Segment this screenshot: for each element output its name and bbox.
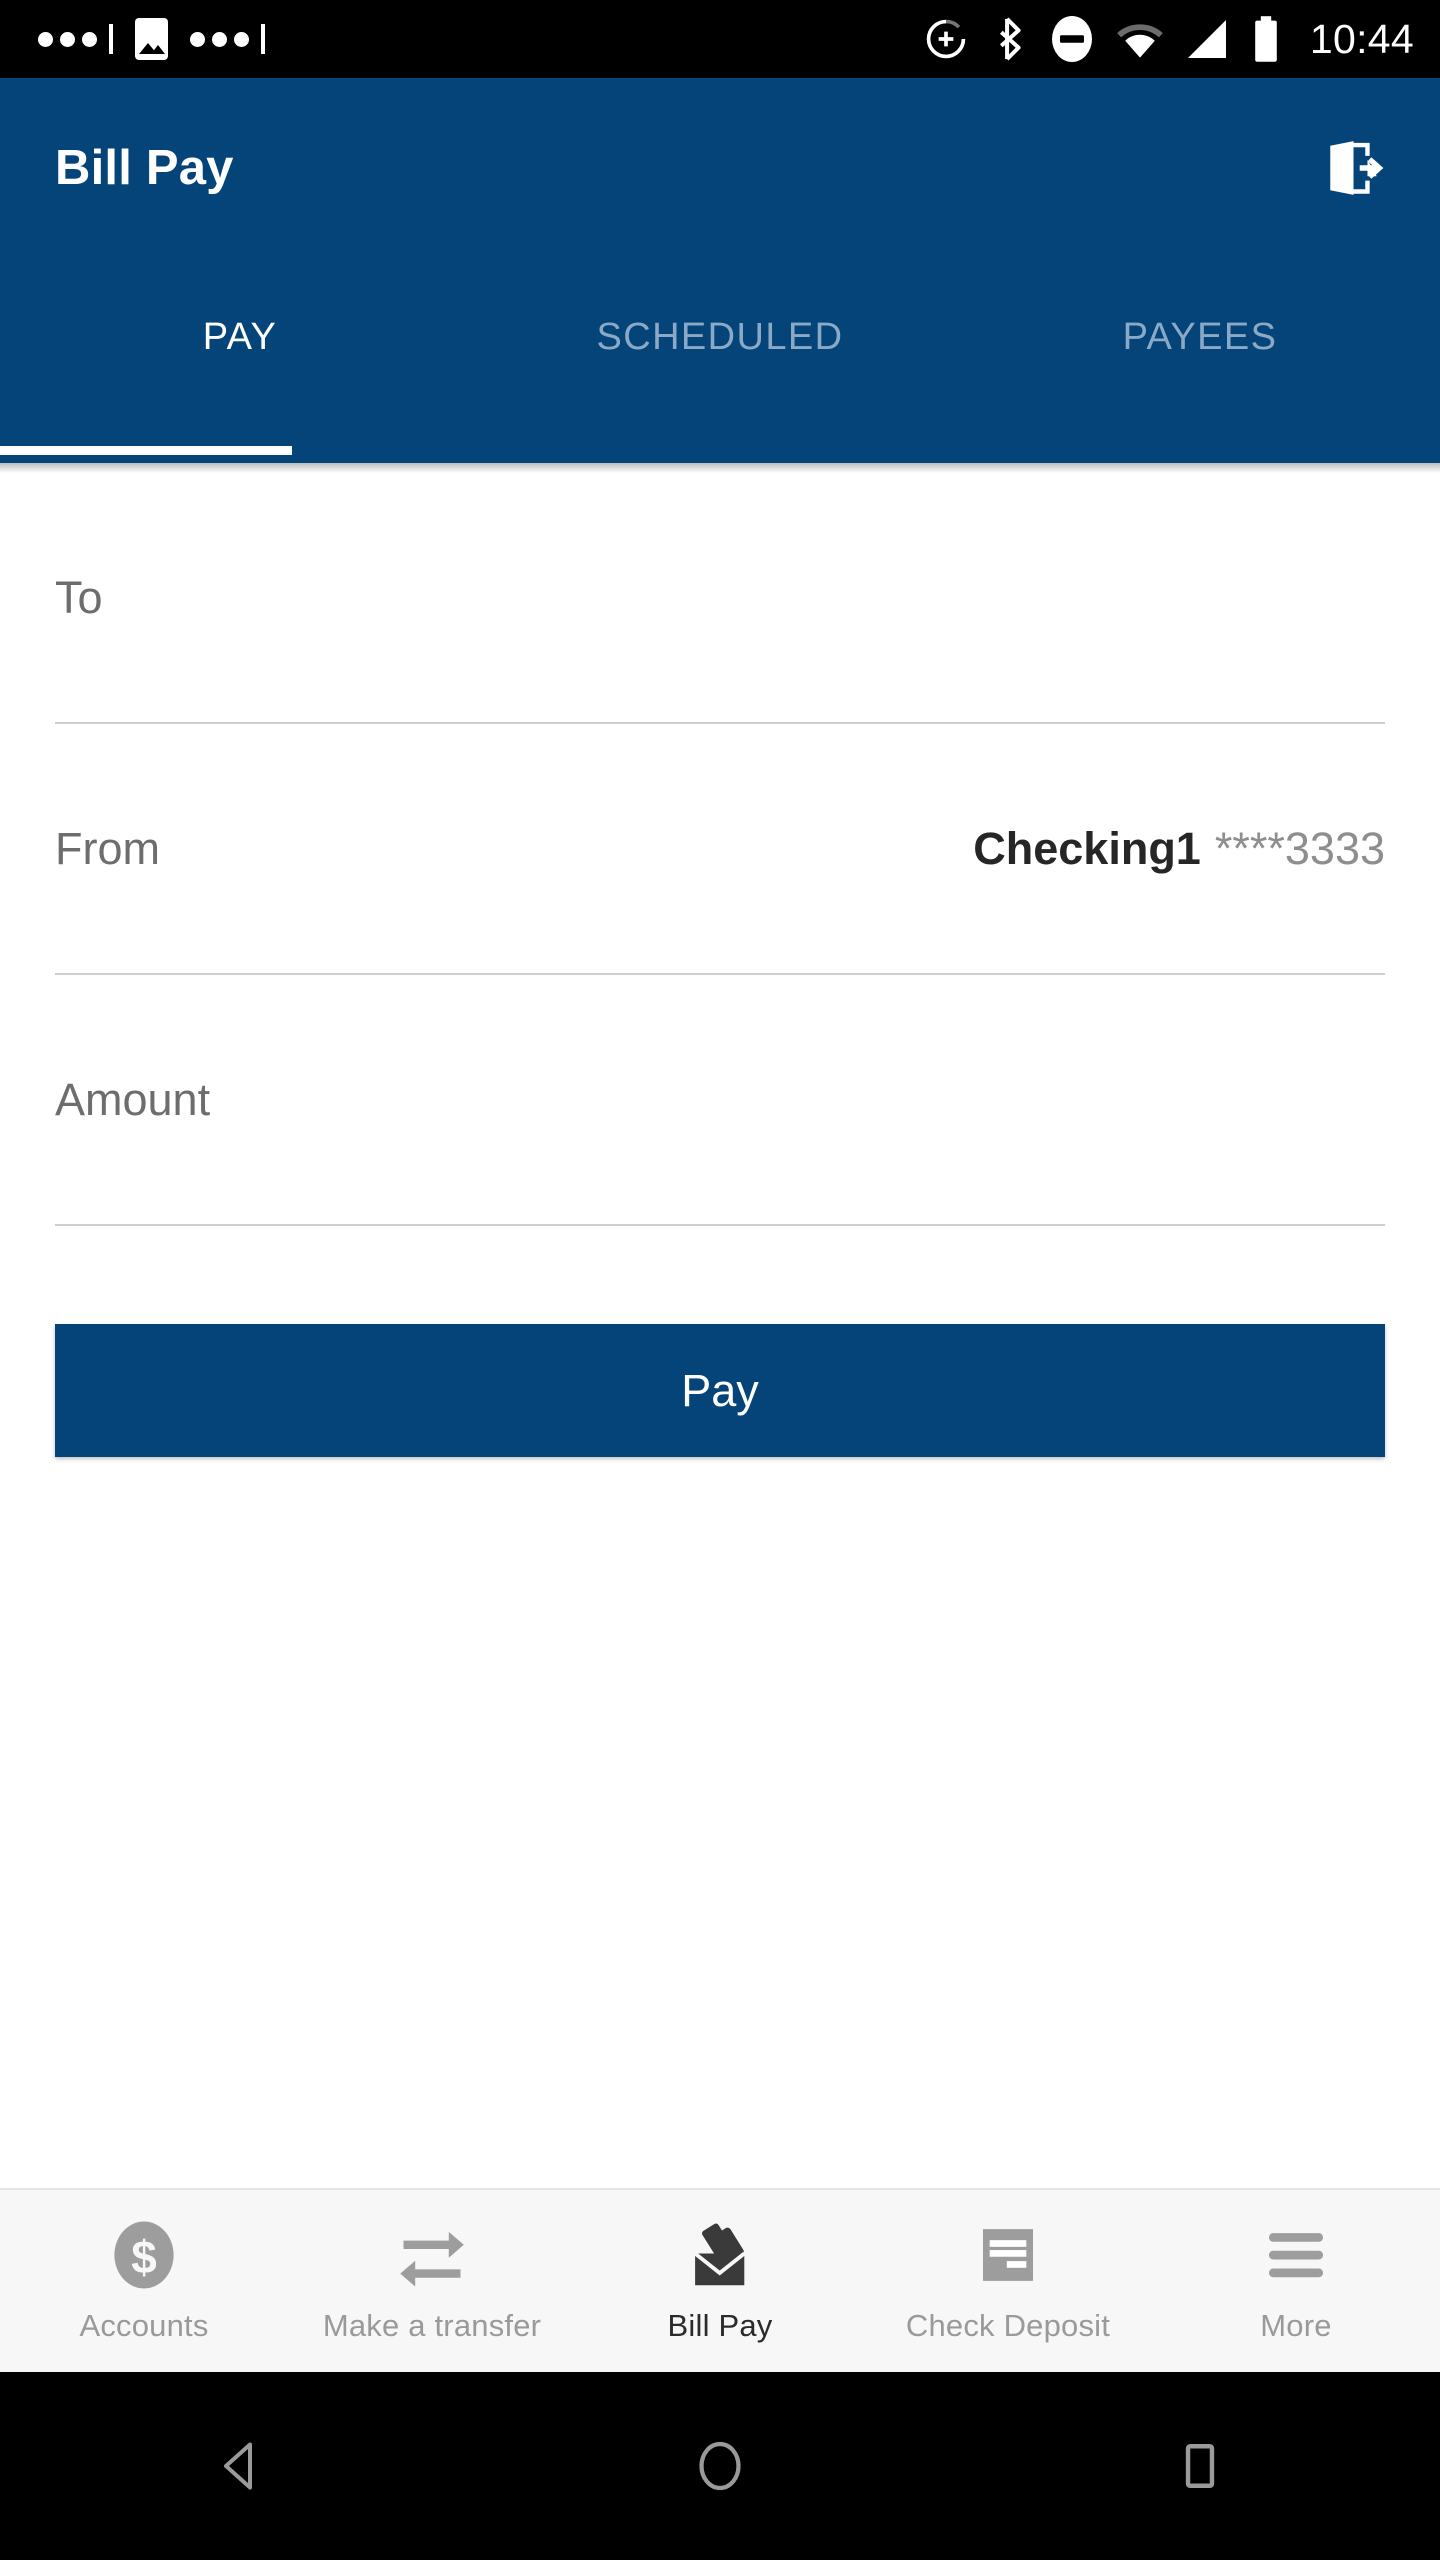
check-document-icon (976, 2218, 1040, 2292)
transfer-arrows-icon (396, 2218, 468, 2292)
data-saver-icon (926, 19, 966, 59)
app-bar-title-row: Bill Pay (0, 78, 1440, 258)
nav-item-accounts[interactable]: $ Accounts (0, 2190, 288, 2372)
pay-form: To From Checking1 ****3333 Amount Pay (0, 473, 1440, 2188)
nav-item-more-label: More (1260, 2308, 1332, 2343)
field-to[interactable]: To (55, 473, 1385, 724)
nav-item-bill-pay-label: Bill Pay (667, 2308, 773, 2343)
nav-item-bill-pay[interactable]: Bill Pay (576, 2190, 864, 2372)
battery-icon (1255, 16, 1277, 62)
status-bar-clock: 10:44 (1309, 15, 1414, 62)
field-from[interactable]: From Checking1 ****3333 (55, 724, 1385, 975)
tab-bar: PAY SCHEDULED PAYEES (0, 258, 1440, 455)
tab-active-indicator (0, 446, 292, 455)
tab-scheduled[interactable]: SCHEDULED (480, 258, 960, 455)
android-navigation-bar (0, 2372, 1440, 2560)
bluetooth-icon (999, 17, 1021, 61)
app-bar: Bill Pay PAY SCHEDULED PAYEES (0, 78, 1440, 463)
field-amount-label: Amount (55, 1073, 211, 1125)
dollar-circle-icon: $ (111, 2218, 177, 2292)
do-not-disturb-icon (1051, 16, 1092, 62)
more-dots-icon (190, 24, 265, 54)
nav-item-accounts-label: Accounts (79, 2308, 209, 2343)
from-account-name: Checking1 (973, 822, 1201, 874)
home-circle-icon[interactable] (650, 2396, 790, 2536)
bottom-navigation: $ Accounts Make a transfer Bill Pay Chec… (0, 2188, 1440, 2372)
back-triangle-icon[interactable] (170, 2396, 310, 2536)
from-account-mask: ****3333 (1214, 822, 1385, 874)
tab-payees[interactable]: PAYEES (960, 258, 1440, 455)
nav-item-check-deposit[interactable]: Check Deposit (864, 2190, 1152, 2372)
status-bar-right: 10:44 (924, 14, 1414, 64)
page-title: Bill Pay (55, 141, 234, 195)
field-from-value: Checking1 ****3333 (973, 823, 1385, 875)
recents-square-icon[interactable] (1130, 2396, 1270, 2536)
app-bar-shadow (0, 463, 1440, 473)
envelope-bill-icon (682, 2218, 758, 2292)
logout-icon[interactable] (1310, 125, 1396, 211)
tab-scheduled-label: SCHEDULED (596, 316, 844, 358)
image-icon (135, 18, 168, 60)
status-bar-left (38, 18, 265, 60)
cellular-signal-icon (1187, 20, 1226, 58)
tab-pay-label: PAY (202, 316, 278, 358)
tab-payees-label: PAYEES (1122, 316, 1278, 358)
wifi-icon (1117, 24, 1163, 58)
status-bar: 10:44 (0, 0, 1440, 78)
pay-button-label: Pay (681, 1364, 759, 1416)
nav-item-more[interactable]: More (1152, 2190, 1440, 2372)
field-from-label: From (55, 822, 160, 874)
nav-item-make-a-transfer-label: Make a transfer (322, 2308, 542, 2343)
field-to-label: To (55, 571, 103, 623)
nav-item-check-deposit-label: Check Deposit (905, 2308, 1111, 2343)
svg-text:$: $ (131, 2231, 157, 2283)
hamburger-menu-icon (1263, 2218, 1329, 2292)
tab-pay[interactable]: PAY (0, 258, 480, 455)
more-dots-icon (38, 24, 113, 54)
pay-button[interactable]: Pay (55, 1324, 1385, 1457)
nav-item-make-a-transfer[interactable]: Make a transfer (288, 2190, 576, 2372)
field-amount[interactable]: Amount (55, 975, 1385, 1226)
